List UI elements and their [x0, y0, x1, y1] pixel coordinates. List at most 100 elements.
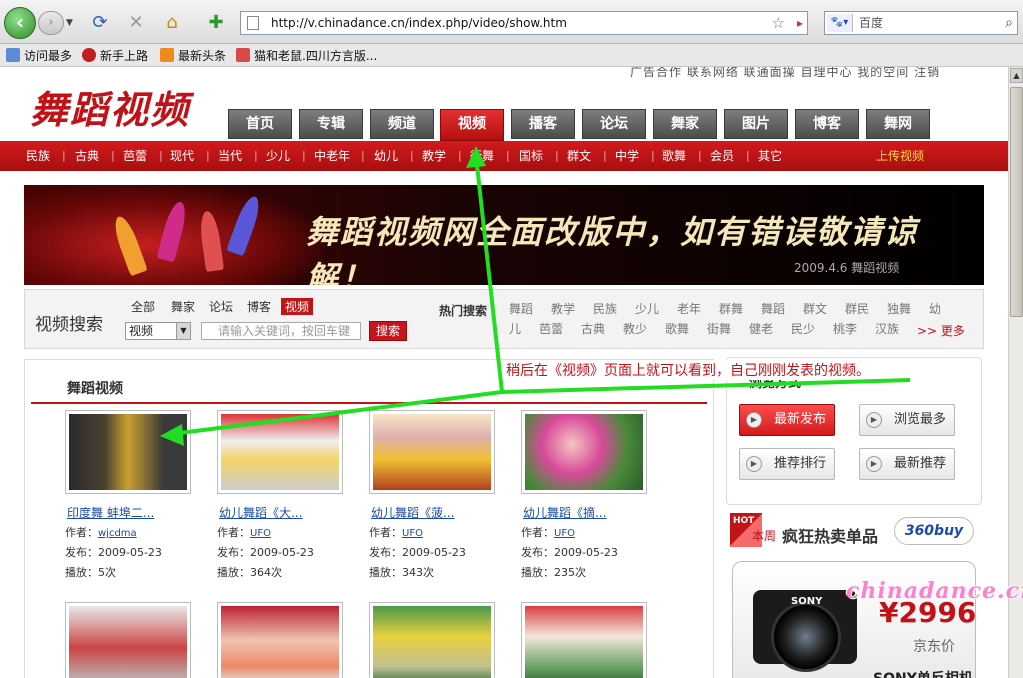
tab-dancers[interactable]: 舞家	[653, 109, 717, 139]
video-thumbnail[interactable]	[369, 602, 495, 678]
hot-keyword[interactable]: 民少	[791, 322, 815, 336]
hot-keyword[interactable]: 歌舞	[665, 322, 689, 336]
history-dropdown-icon[interactable]: ▼	[66, 11, 78, 35]
bookmark-getting-started[interactable]: 新手上路	[82, 48, 148, 64]
most-viewed-button[interactable]: ▶ 浏览最多	[859, 404, 955, 436]
latest-recommend-button[interactable]: ▶ 最新推荐	[859, 448, 955, 480]
category-link[interactable]: 歌舞	[662, 148, 686, 164]
category-link[interactable]: 群文	[567, 148, 591, 164]
site-logo[interactable]: 舞蹈视频	[30, 79, 190, 134]
upload-video-link[interactable]: 上传视频	[876, 148, 924, 164]
category-link[interactable]: 幼儿	[374, 148, 398, 164]
tab-forum[interactable]: 论坛	[582, 109, 646, 139]
category-link[interactable]: 其它	[758, 148, 782, 164]
category-link[interactable]: 中学	[615, 148, 639, 164]
tab-video[interactable]: 视频	[440, 109, 504, 141]
tab-home[interactable]: 首页	[228, 109, 292, 139]
category-divider: |	[506, 149, 510, 162]
bookmark-star-icon[interactable]: ☆	[772, 12, 785, 34]
tab-pictures[interactable]: 图片	[724, 109, 788, 139]
search-input[interactable]: 请输入关键词，按回车键	[201, 322, 361, 340]
hot-keyword[interactable]: 汉族	[875, 322, 899, 336]
video-title-link[interactable]: 幼儿舞蹈《大...	[219, 504, 302, 521]
search-button[interactable]: 搜索	[369, 321, 407, 341]
top-links[interactable]: 广告合作 联系网络 联通面操 自理中心 我的空间 注销	[630, 67, 940, 80]
hot-keyword[interactable]: 街舞	[707, 322, 731, 336]
category-link[interactable]: 现代	[170, 148, 194, 164]
search-engine-icon[interactable]: 🐾▾	[827, 14, 853, 32]
tab-dance-net[interactable]: 舞网	[866, 109, 930, 139]
hot-keyword[interactable]: 群民	[845, 302, 869, 316]
scroll-thumb[interactable]	[1010, 87, 1023, 317]
hot-keyword[interactable]: 民族	[593, 302, 617, 316]
category-link[interactable]: 街舞	[470, 148, 494, 164]
video-title-link[interactable]: 幼儿舞蹈《摘...	[523, 504, 606, 521]
tab-channels[interactable]: 频道	[370, 109, 434, 139]
video-thumbnail[interactable]	[65, 602, 191, 678]
search-tab-blog[interactable]: 博客	[247, 298, 271, 315]
bookmark-headlines[interactable]: 最新头条	[160, 48, 226, 64]
category-link[interactable]: 芭蕾	[123, 148, 147, 164]
more-link[interactable]: >> 更多	[917, 322, 965, 339]
bookmark-tom-jerry[interactable]: 猫和老鼠.四川方言版...	[236, 48, 377, 64]
video-thumbnail[interactable]	[369, 410, 495, 494]
stop-icon[interactable]: ✕	[124, 11, 148, 35]
video-title-link[interactable]: 印度舞 蚌埠二...	[67, 504, 154, 521]
video-thumbnail[interactable]	[521, 410, 647, 494]
address-bar[interactable]: http://v.chinadance.cn/index.php/video/s…	[240, 11, 808, 35]
go-icon[interactable]: ▸	[797, 12, 803, 34]
recommend-rank-button[interactable]: ▶ 推荐排行	[739, 448, 835, 480]
tab-albums[interactable]: 专辑	[299, 109, 363, 139]
video-thumbnail[interactable]	[217, 410, 343, 494]
forward-arrow-icon[interactable]: ›	[38, 11, 64, 35]
home-icon[interactable]: ⌂	[160, 11, 184, 35]
hot-keyword[interactable]: 健老	[749, 322, 773, 336]
author-link[interactable]: UFO	[402, 528, 423, 539]
back-arrow-icon[interactable]: ‹	[4, 7, 36, 39]
video-thumbnail[interactable]	[65, 410, 191, 494]
latest-button[interactable]: ▶ 最新发布	[739, 404, 835, 436]
search-type-select[interactable]: 视频 ▼	[125, 322, 191, 340]
bookmark-most-visited[interactable]: 访问最多	[6, 48, 72, 64]
tab-blog[interactable]: 博客	[795, 109, 859, 139]
category-link[interactable]: 古典	[75, 148, 99, 164]
hot-keyword[interactable]: 桃李	[833, 322, 857, 336]
tab-podcast[interactable]: 播客	[511, 109, 575, 139]
hot-keyword[interactable]: 儿	[509, 322, 521, 336]
category-link[interactable]: 国标	[519, 148, 543, 164]
search-tab-all[interactable]: 全部	[131, 298, 155, 315]
category-link[interactable]: 民族	[26, 148, 50, 164]
video-thumbnail[interactable]	[217, 602, 343, 678]
new-tab-icon[interactable]: ✚	[204, 11, 228, 35]
hot-keyword[interactable]: 舞蹈	[509, 302, 533, 316]
hot-keyword[interactable]: 群文	[803, 302, 827, 316]
hot-keyword[interactable]: 古典	[581, 322, 605, 336]
category-link[interactable]: 当代	[218, 148, 242, 164]
category-link[interactable]: 少儿	[266, 148, 290, 164]
search-tab-forum[interactable]: 论坛	[209, 298, 233, 315]
category-link[interactable]: 会员	[710, 148, 734, 164]
hot-keyword[interactable]: 独舞	[887, 302, 911, 316]
hot-keyword[interactable]: 少儿	[635, 302, 659, 316]
ad-strip[interactable]: HOT 本周 疯狂热卖单品 360buy	[730, 513, 978, 549]
search-tab-video[interactable]: 视频	[281, 298, 314, 315]
search-icon[interactable]: ⌕	[1005, 12, 1013, 34]
video-title-link[interactable]: 幼儿舞蹈《菠...	[371, 504, 454, 521]
hot-keyword[interactable]: 芭蕾	[539, 322, 563, 336]
scroll-up-icon[interactable]: ▲	[1010, 68, 1023, 83]
author-link[interactable]: UFO	[250, 528, 271, 539]
hot-keyword[interactable]: 老年	[677, 302, 701, 316]
hot-keyword[interactable]: 舞蹈	[761, 302, 785, 316]
refresh-icon[interactable]: ⟳	[88, 11, 112, 35]
author-link[interactable]: wjcdma	[98, 528, 137, 539]
browser-search-box[interactable]: 🐾▾ 百度 ⌕	[824, 11, 1018, 35]
hot-keyword[interactable]: 幼	[929, 302, 941, 316]
category-link[interactable]: 教学	[422, 148, 446, 164]
hot-keyword[interactable]: 群舞	[719, 302, 743, 316]
category-link[interactable]: 中老年	[314, 148, 350, 164]
hot-keyword[interactable]: 教少	[623, 322, 647, 336]
video-thumbnail[interactable]	[521, 602, 647, 678]
search-tab-dancers[interactable]: 舞家	[171, 298, 195, 315]
hot-keyword[interactable]: 教学	[551, 302, 575, 316]
author-link[interactable]: UFO	[554, 528, 575, 539]
